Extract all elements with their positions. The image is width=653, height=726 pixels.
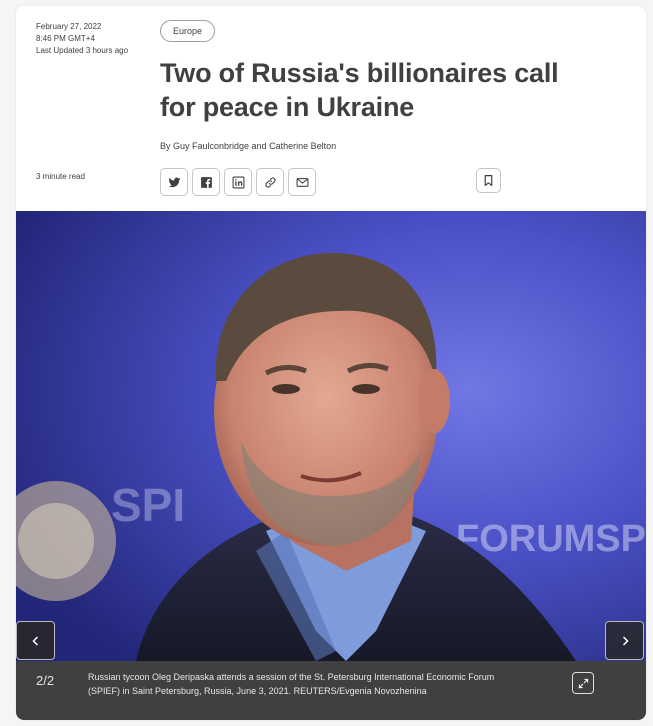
share-twitter-button[interactable] — [160, 168, 188, 196]
backdrop-text-left: SPI — [111, 479, 185, 531]
photo-caption: Russian tycoon Oleg Deripaska attends a … — [88, 672, 495, 696]
bookmark-button[interactable] — [476, 168, 501, 193]
expand-icon — [578, 678, 588, 688]
last-updated: Last Updated 3 hours ago — [36, 46, 129, 55]
backdrop-text: FORUMSPB.C — [456, 518, 646, 560]
section-tag[interactable]: Europe — [160, 20, 216, 42]
article-meta: February 27, 2022 8:46 PM GMT+4 Last Upd… — [36, 21, 128, 57]
gallery-caption-bar: 2/2 Russian tycoon Oleg Deripaska attend… — [16, 661, 646, 720]
twitter-icon — [168, 177, 180, 187]
share-email-button[interactable] — [288, 168, 316, 196]
facebook-icon — [200, 176, 212, 188]
bookmark-icon — [484, 175, 493, 186]
gallery-prev-button[interactable] — [16, 621, 55, 660]
share-bar — [160, 168, 316, 196]
email-icon — [296, 177, 308, 187]
article-card: February 27, 2022 8:46 PM GMT+4 Last Upd… — [16, 6, 646, 720]
expand-image-button[interactable] — [572, 672, 594, 694]
linkedin-icon — [232, 176, 244, 188]
article-photo: SPI FORUMSPB.C — [16, 211, 646, 661]
publish-date: February 27, 2022 — [36, 22, 102, 31]
share-facebook-button[interactable] — [192, 168, 220, 196]
link-icon — [264, 176, 276, 188]
article-headline: Two of Russia's billionaires call for pe… — [160, 58, 559, 122]
gallery-counter: 2/2 — [36, 673, 55, 688]
photo-illustration: SPI FORUMSPB.C — [16, 211, 646, 661]
publish-time: 8:46 PM GMT+4 — [36, 34, 95, 43]
chevron-right-icon — [622, 635, 629, 646]
gallery-next-button[interactable] — [605, 621, 644, 660]
copy-link-button[interactable] — [256, 168, 284, 196]
chevron-left-icon — [31, 635, 38, 646]
share-linkedin-button[interactable] — [224, 168, 252, 196]
read-time: 3 minute read — [36, 172, 85, 181]
article-byline[interactable]: By Guy Faulconbridge and Catherine Belto… — [160, 141, 336, 151]
